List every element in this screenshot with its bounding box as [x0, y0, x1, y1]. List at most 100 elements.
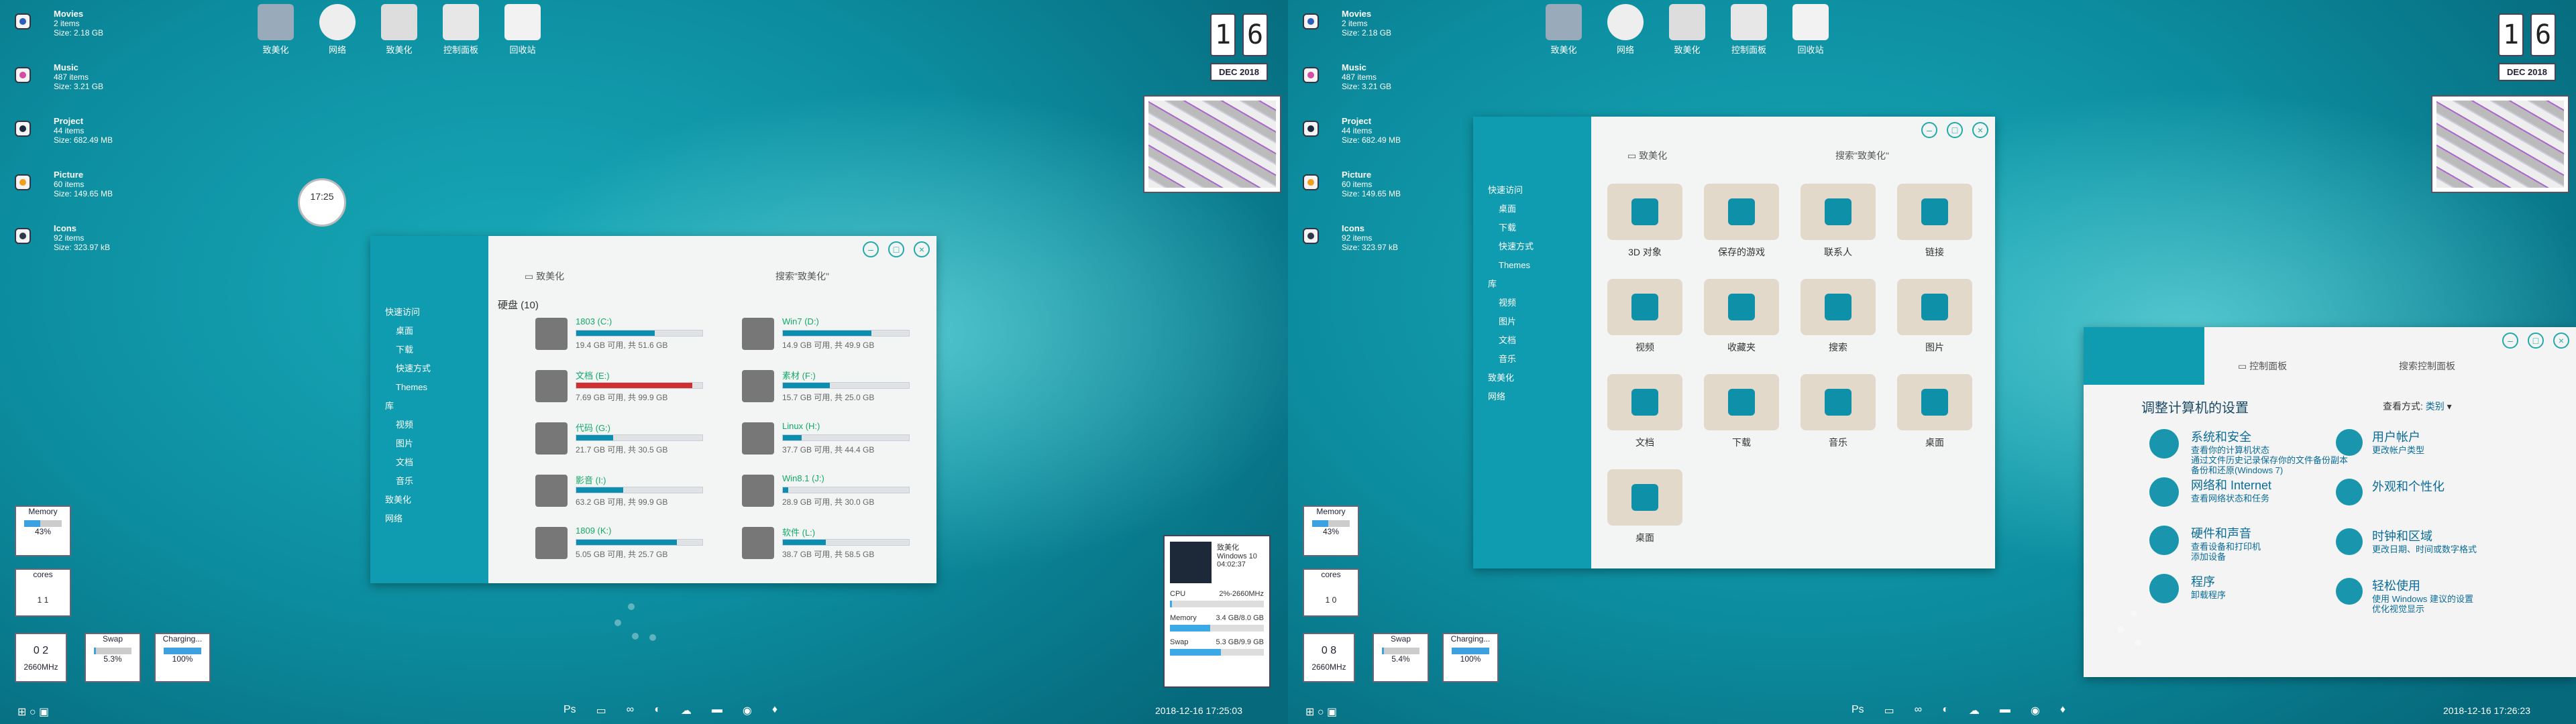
nav-item[interactable]: 快速方式: [1473, 237, 1591, 256]
desktop-icon-user[interactable]: 致美化: [1661, 4, 1713, 56]
folder-tile[interactable]: 搜索: [1798, 279, 1878, 354]
desktop-icon-control-panel[interactable]: 控制面板: [435, 4, 487, 56]
address-bar[interactable]: ▭ 致美化: [1627, 149, 1667, 162]
close-button[interactable]: ×: [2553, 333, 2569, 349]
address-bar[interactable]: ▭ 致美化: [525, 269, 564, 283]
desktop-icon-control-panel[interactable]: 控制面板: [1723, 4, 1775, 56]
start-button[interactable]: ⊞ ○ ▣: [1305, 705, 1337, 719]
nav-item[interactable]: 视频: [1473, 294, 1591, 312]
stat-item[interactable]: Picture 60 items Size: 149.65 MB: [1297, 165, 1432, 205]
nav-item[interactable]: Themes: [1473, 256, 1591, 275]
drive-item[interactable]: 1809 (K:) 5.05 GB 可用, 共 25.7 GB: [535, 526, 710, 566]
nav-item[interactable]: 文档: [370, 453, 488, 472]
app-icon[interactable]: ☁: [1969, 704, 1980, 717]
cp-category[interactable]: 硬件和声音 查看设备和打印机 添加设备: [2149, 524, 2352, 562]
nav-item[interactable]: 桌面: [370, 322, 488, 341]
nav-item[interactable]: 网络: [370, 509, 488, 528]
folder-tile[interactable]: 保存的游戏: [1701, 184, 1782, 259]
stat-item[interactable]: Picture 60 items Size: 149.65 MB: [9, 165, 144, 205]
app-icon[interactable]: Ps: [1851, 704, 1864, 717]
drive-item[interactable]: 素材 (F:) 15.7 GB 可用, 共 25.0 GB: [742, 369, 916, 409]
nav-item[interactable]: 文档: [1473, 331, 1591, 350]
cp-category[interactable]: 系统和安全 查看你的计算机状态 通过文件历史记录保存你的文件备份副本 备份和还原(…: [2149, 428, 2352, 475]
cp-category[interactable]: 时钟和区域 更改日期、时间或数字格式: [2336, 527, 2526, 555]
nav-item[interactable]: 快速方式: [370, 359, 488, 378]
minimize-button[interactable]: –: [1921, 122, 1937, 138]
start-button[interactable]: ⊞ ○ ▣: [17, 705, 49, 719]
drive-item[interactable]: Win8.1 (J:) 28.9 GB 可用, 共 30.0 GB: [742, 473, 916, 514]
cp-category[interactable]: 轻松使用 使用 Windows 建议的设置 优化视觉显示: [2336, 577, 2526, 614]
drive-item[interactable]: 软件 (L:) 38.7 GB 可用, 共 58.5 GB: [742, 526, 916, 566]
minimize-button[interactable]: –: [2502, 333, 2518, 349]
desktop-icon-network[interactable]: 网络: [1599, 4, 1652, 56]
folder-tile[interactable]: 文档: [1605, 374, 1685, 449]
folder-tile[interactable]: 下载: [1701, 374, 1782, 449]
nav-item[interactable]: 致美化: [370, 491, 488, 509]
cp-category[interactable]: 程序 卸载程序: [2149, 572, 2352, 603]
nav-item[interactable]: 库: [370, 397, 488, 416]
search-input[interactable]: 搜索控制面板: [2399, 359, 2455, 373]
app-icon[interactable]: ◉: [2031, 704, 2040, 717]
drive-item[interactable]: Win7 (D:) 14.9 GB 可用, 共 49.9 GB: [742, 316, 916, 357]
app-icon[interactable]: ◐: [1942, 704, 1949, 717]
desktop-icon-recycle-bin[interactable]: 回收站: [496, 4, 549, 56]
stat-item[interactable]: Project 44 items Size: 682.49 MB: [1297, 111, 1432, 152]
stat-item[interactable]: Movies 2 items Size: 2.18 GB: [9, 4, 144, 44]
nav-item[interactable]: 视频: [370, 416, 488, 434]
folder-tile[interactable]: 桌面: [1605, 469, 1685, 544]
nav-item[interactable]: 图片: [1473, 312, 1591, 331]
app-icon[interactable]: ◐: [654, 704, 661, 717]
folder-tile[interactable]: 链接: [1894, 184, 1975, 259]
stat-item[interactable]: Icons 92 items Size: 323.97 kB: [1297, 219, 1432, 259]
folder-tile[interactable]: 视频: [1605, 279, 1685, 354]
app-icon[interactable]: ♦: [2060, 704, 2065, 717]
app-icon[interactable]: ▭: [596, 704, 606, 717]
stat-item[interactable]: Icons 92 items Size: 323.97 kB: [9, 219, 144, 259]
nav-item[interactable]: 库: [1473, 275, 1591, 294]
cp-category[interactable]: 网络和 Internet 查看网络状态和任务: [2149, 476, 2352, 507]
cp-category[interactable]: 用户帐户 更改帐户类型: [2336, 428, 2526, 456]
desktop-icon-recycle-bin[interactable]: 回收站: [1784, 4, 1837, 56]
app-icon[interactable]: ∞: [627, 704, 634, 717]
nav-item[interactable]: 桌面: [1473, 200, 1591, 219]
nav-item[interactable]: 下载: [1473, 219, 1591, 237]
nav-item[interactable]: 下载: [370, 341, 488, 359]
stat-item[interactable]: Project 44 items Size: 682.49 MB: [9, 111, 144, 152]
desktop-icon-zhimeihua[interactable]: 致美化: [250, 4, 302, 56]
address-bar[interactable]: ▭ 控制面板: [2238, 359, 2287, 373]
drive-item[interactable]: 影音 (I:) 63.2 GB 可用, 共 99.9 GB: [535, 473, 710, 514]
stat-item[interactable]: Music 487 items Size: 3.21 GB: [1297, 58, 1432, 98]
nav-item[interactable]: 音乐: [1473, 350, 1591, 369]
folder-tile[interactable]: 3D 对象: [1605, 184, 1685, 259]
close-button[interactable]: ×: [914, 241, 930, 257]
app-icon[interactable]: ♦: [772, 704, 777, 717]
search-input[interactable]: 搜索"致美化": [775, 269, 829, 283]
minimize-button[interactable]: –: [863, 241, 879, 257]
folder-tile[interactable]: 图片: [1894, 279, 1975, 354]
cp-category[interactable]: 外观和个性化: [2336, 477, 2526, 505]
stat-item[interactable]: Movies 2 items Size: 2.18 GB: [1297, 4, 1432, 44]
stat-item[interactable]: Music 487 items Size: 3.21 GB: [9, 58, 144, 98]
app-icon[interactable]: ∞: [1915, 704, 1922, 717]
drive-item[interactable]: 文档 (E:) 7.69 GB 可用, 共 99.9 GB: [535, 369, 710, 409]
folder-tile[interactable]: 收藏夹: [1701, 279, 1782, 354]
app-icon[interactable]: ▬: [712, 704, 722, 717]
folder-tile[interactable]: 联系人: [1798, 184, 1878, 259]
view-by[interactable]: 查看方式: 类别 ▾: [2383, 400, 2452, 413]
nav-item[interactable]: 网络: [1473, 387, 1591, 406]
desktop-icon-zhimeihua[interactable]: 致美化: [1538, 4, 1590, 56]
taskbar-clock[interactable]: 2018-12-16 17:26:23: [2443, 705, 2530, 716]
app-icon[interactable]: Ps: [564, 704, 576, 717]
app-icon[interactable]: ☁: [681, 704, 692, 717]
maximize-button[interactable]: □: [2528, 333, 2544, 349]
desktop-icon-user[interactable]: 致美化: [373, 4, 425, 56]
app-icon[interactable]: ▭: [1884, 704, 1894, 717]
drive-item[interactable]: Linux (H:) 37.7 GB 可用, 共 44.4 GB: [742, 421, 916, 461]
search-input[interactable]: 搜索"致美化": [1835, 149, 1889, 162]
desktop-icon-network[interactable]: 网络: [311, 4, 364, 56]
maximize-button[interactable]: □: [1947, 122, 1963, 138]
nav-item[interactable]: Themes: [370, 378, 488, 397]
taskbar-clock[interactable]: 2018-12-16 17:25:03: [1155, 705, 1242, 716]
folder-tile[interactable]: 桌面: [1894, 374, 1975, 449]
nav-item[interactable]: 致美化: [1473, 369, 1591, 387]
